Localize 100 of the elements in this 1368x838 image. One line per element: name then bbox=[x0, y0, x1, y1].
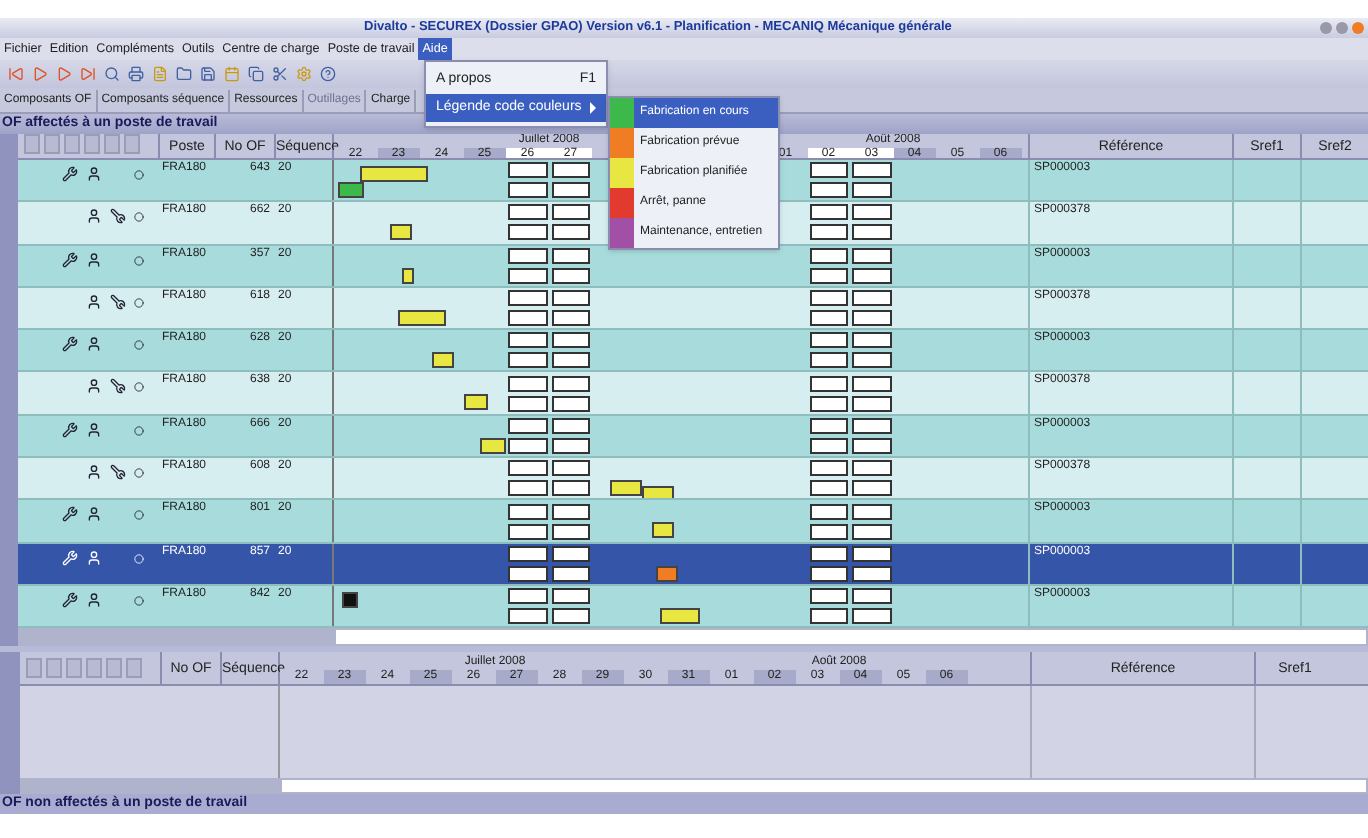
day-slot bbox=[852, 290, 891, 307]
day-slot bbox=[852, 608, 891, 625]
column-icon[interactable] bbox=[106, 658, 122, 679]
day-slot bbox=[852, 352, 891, 369]
task-bar[interactable] bbox=[463, 394, 489, 411]
status-icon bbox=[134, 170, 144, 180]
day-slot bbox=[809, 608, 848, 625]
day-slot bbox=[551, 267, 590, 284]
column-icon[interactable] bbox=[66, 658, 82, 679]
column-icon[interactable] bbox=[26, 658, 42, 679]
task-bar[interactable] bbox=[359, 166, 429, 182]
day-slot bbox=[852, 224, 891, 241]
day-slot bbox=[508, 204, 547, 221]
day-slot bbox=[508, 503, 547, 520]
day-slot bbox=[809, 352, 848, 369]
day-slot bbox=[809, 182, 848, 199]
day-slot bbox=[551, 224, 590, 241]
wrench-icon bbox=[62, 421, 78, 438]
toolbar-icon[interactable] bbox=[80, 66, 96, 82]
wrench-icon bbox=[110, 378, 126, 395]
day-slot bbox=[508, 523, 547, 540]
day-slot bbox=[551, 588, 590, 605]
task-bar[interactable] bbox=[660, 607, 700, 624]
day-slot bbox=[508, 182, 547, 199]
day-slot bbox=[508, 608, 547, 625]
task-bar[interactable] bbox=[480, 437, 506, 454]
person-icon bbox=[86, 336, 102, 353]
person-icon bbox=[86, 166, 102, 182]
toolbar-icon[interactable] bbox=[104, 66, 120, 82]
day-slot bbox=[508, 332, 547, 349]
day-slot bbox=[551, 247, 590, 264]
task-bar[interactable] bbox=[652, 522, 674, 539]
day-slot bbox=[551, 290, 590, 307]
maximize-icon[interactable] bbox=[1336, 22, 1348, 34]
day-slot bbox=[809, 588, 848, 605]
task-bar[interactable] bbox=[398, 309, 446, 326]
day-slot bbox=[809, 204, 848, 221]
day-slot bbox=[852, 267, 891, 284]
toolbar-icon[interactable] bbox=[128, 66, 144, 82]
task-bar[interactable] bbox=[338, 182, 365, 198]
day-slot bbox=[852, 162, 891, 179]
person-icon bbox=[86, 293, 102, 310]
scrollbar[interactable] bbox=[280, 778, 1368, 795]
column-icon[interactable] bbox=[86, 658, 102, 679]
wrench-icon bbox=[110, 464, 126, 481]
toolbar-icon[interactable] bbox=[176, 66, 192, 82]
task-bar[interactable] bbox=[389, 224, 412, 241]
status-icon bbox=[134, 468, 144, 479]
scrollbar[interactable] bbox=[20, 778, 280, 795]
toolbar-icon[interactable] bbox=[296, 66, 312, 82]
day-slot bbox=[852, 332, 891, 349]
wrench-icon bbox=[62, 166, 78, 182]
person-icon bbox=[86, 378, 102, 395]
task-bar[interactable] bbox=[432, 352, 455, 369]
task-bar[interactable] bbox=[342, 591, 358, 608]
wrench-icon bbox=[62, 549, 78, 566]
day-slot bbox=[809, 310, 848, 327]
scrollbar[interactable] bbox=[18, 628, 334, 647]
toolbar-icon[interactable] bbox=[272, 66, 288, 82]
scrollbar[interactable] bbox=[334, 628, 1368, 647]
wrench-icon bbox=[62, 591, 78, 608]
day-slot bbox=[508, 162, 547, 179]
toolbar-icon[interactable] bbox=[320, 66, 336, 82]
person-icon bbox=[86, 591, 102, 608]
task-bar[interactable] bbox=[609, 480, 642, 497]
task-bar[interactable] bbox=[402, 267, 414, 284]
person-icon bbox=[86, 251, 102, 268]
wrench-icon bbox=[62, 336, 78, 353]
day-slot bbox=[551, 417, 590, 434]
person-icon bbox=[86, 464, 102, 481]
day-slot bbox=[508, 437, 547, 454]
day-slot bbox=[508, 247, 547, 264]
day-slot bbox=[551, 310, 590, 327]
toolbar-icon[interactable] bbox=[248, 66, 264, 82]
status-icon bbox=[134, 510, 144, 521]
close-icon[interactable] bbox=[1352, 22, 1364, 34]
day-slot bbox=[852, 503, 891, 520]
wrench-icon bbox=[110, 293, 126, 310]
day-slot bbox=[852, 375, 891, 392]
column-icon[interactable] bbox=[46, 658, 62, 679]
toolbar-icon[interactable] bbox=[224, 66, 240, 82]
toolbar-icon[interactable] bbox=[152, 66, 168, 82]
day-slot bbox=[551, 608, 590, 625]
day-slot bbox=[852, 523, 891, 540]
minimize-icon[interactable] bbox=[1320, 22, 1332, 34]
task-bar[interactable] bbox=[641, 486, 674, 499]
toolbar-icon[interactable] bbox=[8, 66, 24, 82]
person-icon bbox=[86, 208, 102, 225]
day-slot bbox=[508, 545, 547, 562]
person-icon bbox=[86, 549, 102, 566]
status-icon bbox=[134, 297, 144, 308]
day-slot bbox=[508, 395, 547, 412]
column-icon[interactable] bbox=[126, 658, 142, 679]
status-icon bbox=[134, 595, 144, 606]
day-slot bbox=[551, 182, 590, 199]
day-slot bbox=[852, 395, 891, 412]
day-slot bbox=[852, 545, 891, 562]
person-icon bbox=[86, 421, 102, 438]
toolbar-icon[interactable] bbox=[200, 66, 216, 82]
day-slot bbox=[508, 460, 547, 477]
